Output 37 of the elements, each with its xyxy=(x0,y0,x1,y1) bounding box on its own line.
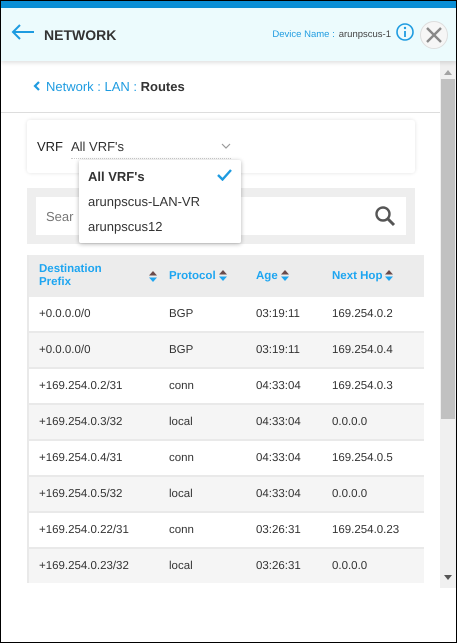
table-cell-text: 169.254.0.2 xyxy=(332,308,394,320)
table-cell-text: 03:19:11 xyxy=(256,344,301,356)
table-cell-text: 0.0.0.0 xyxy=(332,416,368,428)
table-cell-text: BGP xyxy=(169,308,194,320)
page-title: NETWORK xyxy=(44,26,118,42)
table-cell-text: conn xyxy=(169,524,195,536)
table-cell-text: +169.254.0.4/31 xyxy=(39,452,124,464)
table-cell-text: 04:33:04 xyxy=(256,416,302,428)
table-cell-text: +169.254.0.23/32 xyxy=(39,560,130,572)
vrf-label: VRF xyxy=(37,139,63,154)
table-cell-text: conn xyxy=(169,380,195,392)
table-cell-text: local xyxy=(169,416,194,428)
table-cell-text: 169.254.0.5 xyxy=(332,452,394,464)
table-cell-text: conn xyxy=(169,452,195,464)
breadcrumb: Network : LAN : Routes xyxy=(46,79,185,94)
table-cell-text: 03:26:31 xyxy=(256,560,302,572)
table-cell-text: 04:33:04 xyxy=(256,452,302,464)
table-cell-text: +169.254.0.5/32 xyxy=(39,488,124,500)
table-cell-text: 03:26:31 xyxy=(256,524,302,536)
table-cell-text: 169.254.0.4 xyxy=(332,344,394,356)
table-cell-text: local xyxy=(169,488,194,500)
table-cell-text: local xyxy=(169,560,194,572)
table-cell-text: 0.0.0.0 xyxy=(332,560,368,572)
device-name: arunpscus-1 xyxy=(338,29,391,40)
table-cell-text: +0.0.0.0/0 xyxy=(39,308,92,320)
table-cell-text: 04:33:04 xyxy=(256,380,302,392)
table-cell-text: +0.0.0.0/0 xyxy=(39,344,92,356)
table-cell-text: +169.254.0.22/31 xyxy=(39,524,130,536)
table-cell-text: 0.0.0.0 xyxy=(332,488,368,500)
table-cell-text: +169.254.0.3/32 xyxy=(39,416,124,428)
device-name-label: Device Name : xyxy=(272,29,335,40)
table-cell-text: 03:19:11 xyxy=(256,308,301,320)
table-cell-text: 169.254.0.3 xyxy=(332,380,394,392)
table-cell-text: BGP xyxy=(169,344,194,356)
table-cell-text: 04:33:04 xyxy=(256,488,302,500)
table-cell-text: 169.254.0.23 xyxy=(332,524,400,536)
table-cell-text: +169.254.0.2/31 xyxy=(39,380,124,392)
